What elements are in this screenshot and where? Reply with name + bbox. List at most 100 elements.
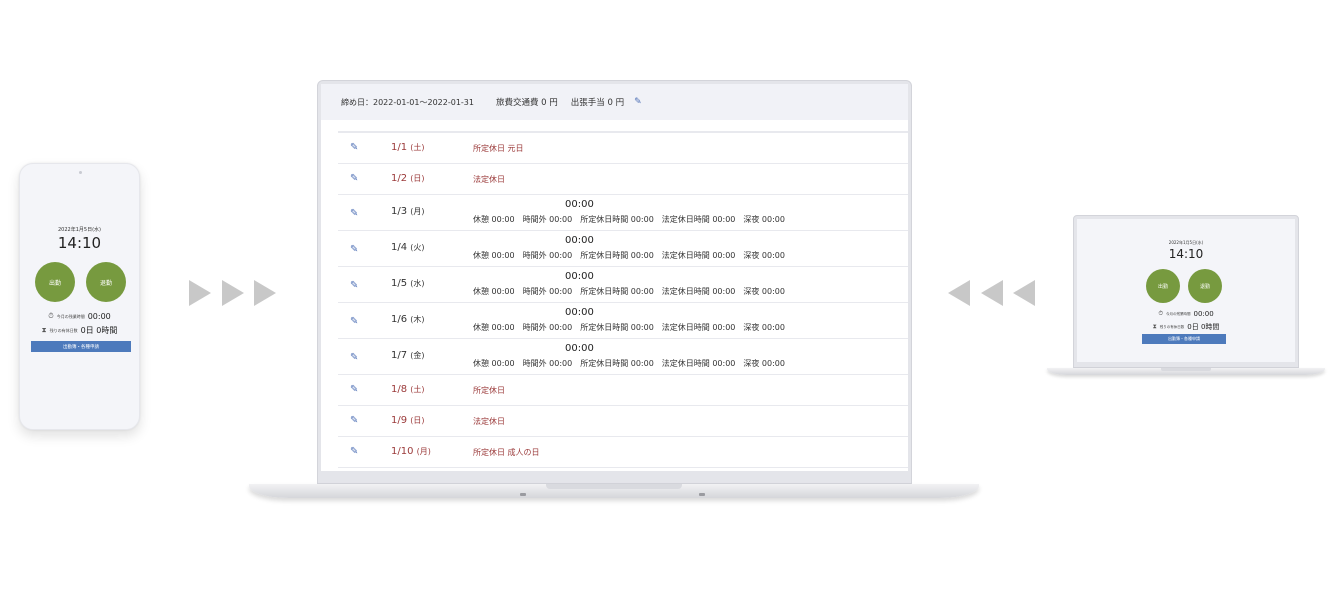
attendance-row[interactable]: ✎ 1/7 (金) 00:00 休憩 00:00 時間外 00:00 所定休日時間 0…	[338, 339, 908, 375]
row-weekday: (月)	[416, 447, 431, 456]
small-laptop-request-button[interactable]: 出勤簿・各種申請	[1142, 334, 1226, 344]
phone-clock-in-button[interactable]: 出勤	[35, 262, 75, 302]
row-date-day: 1/9	[391, 415, 408, 426]
small-laptop-leave-value: 0日 0時間	[1187, 323, 1220, 331]
row-work-time: 00:00	[565, 199, 594, 210]
attendance-row[interactable]: ✎ 1/3 (月) 00:00 休憩 00:00 時間外 00:00 所定休日時間 0…	[338, 195, 908, 231]
phone-overtime-row: ⏱ 今月の残業時間 00:00	[20, 312, 139, 321]
row-weekday: (火)	[410, 243, 425, 252]
row-holiday-note: 法定休日	[473, 175, 505, 184]
row-work-time: 00:00	[565, 235, 594, 246]
row-date: 1/2 (日)	[391, 173, 425, 184]
attendance-row[interactable]: ✎ 1/10 (月) 所定休日 成人の日	[338, 437, 908, 468]
pencil-icon[interactable]: ✎	[350, 352, 358, 363]
hourglass-icon: ⧗	[1152, 323, 1157, 330]
hourglass-icon: ⧗	[41, 326, 47, 334]
phone-camera	[79, 171, 82, 174]
stopwatch-icon: ⏱	[48, 312, 54, 320]
pencil-icon[interactable]: ✎	[350, 142, 358, 153]
row-holiday-note: 所定休日 成人の日	[473, 448, 540, 457]
row-date: 1/7 (金)	[391, 350, 425, 361]
laptop-screen: 締め日：2022-01-01〜2022-01-31 旅費交通費 0 円 出張手当…	[317, 80, 912, 484]
laptop-foot	[699, 493, 705, 496]
small-laptop-clock-out-button[interactable]: 退勤	[1188, 269, 1222, 303]
laptop-display: 締め日：2022-01-01〜2022-01-31 旅費交通費 0 円 出張手当…	[321, 84, 908, 483]
pencil-icon[interactable]: ✎	[634, 97, 642, 107]
laptop-foot	[520, 493, 526, 496]
row-holiday-note: 法定休日	[473, 417, 505, 426]
attendance-row[interactable]: ✎ 1/8 (土) 所定休日	[338, 375, 908, 406]
laptop-screen-bezel	[321, 471, 908, 483]
triangle-arrow-icon	[189, 280, 211, 306]
pencil-icon[interactable]: ✎	[350, 415, 358, 426]
row-work-time: 00:00	[565, 307, 594, 318]
phone-leave-value: 0日 0時間	[80, 326, 118, 335]
row-date: 1/10 (月)	[391, 446, 431, 457]
pencil-icon[interactable]: ✎	[350, 173, 358, 184]
phone-leave-row: ⧗ 残りの有休日数 0日 0時間	[20, 325, 139, 336]
row-time-breakdown: 休憩 00:00 時間外 00:00 所定休日時間 00:00 法定休日時間 0…	[473, 287, 785, 296]
attendance-row[interactable]: ✎ 1/6 (木) 00:00 休憩 00:00 時間外 00:00 所定休日時間 0…	[338, 303, 908, 339]
row-date-day: 1/3	[391, 206, 408, 217]
row-time-breakdown: 休憩 00:00 時間外 00:00 所定休日時間 00:00 法定休日時間 0…	[473, 359, 785, 368]
small-laptop-screen: 2022年1月5日(水) 14:10 出勤 退勤 ⏱ 今月の残業時間 00:00…	[1073, 215, 1299, 368]
small-laptop-base	[1047, 368, 1325, 375]
phone-overtime-value: 00:00	[87, 312, 111, 321]
small-laptop-overtime-label: 今月の残業時間	[1166, 311, 1191, 316]
laptop-notch	[546, 484, 682, 489]
row-date-day: 1/1	[391, 142, 408, 153]
row-time-breakdown: 休憩 00:00 時間外 00:00 所定休日時間 00:00 法定休日時間 0…	[473, 323, 785, 332]
small-laptop-clock: 14:10	[1168, 247, 1204, 261]
row-date: 1/6 (木)	[391, 314, 425, 325]
row-date: 1/3 (月)	[391, 206, 425, 217]
row-date-day: 1/4	[391, 242, 408, 253]
phone-leave-label: 残りの有休日数	[49, 327, 78, 333]
small-laptop-notch	[1161, 368, 1211, 371]
row-date-day: 1/8	[391, 384, 408, 395]
row-weekday: (日)	[410, 416, 425, 425]
attendance-row[interactable]: ✎ 1/1 (土) 所定休日 元日	[338, 133, 908, 164]
triangle-arrow-icon	[981, 280, 1003, 306]
attendance-row[interactable]: ✎ 1/2 (日) 法定休日	[338, 164, 908, 195]
attendance-row[interactable]: ✎ 1/5 (水) 00:00 休憩 00:00 時間外 00:00 所定休日時間 0…	[338, 267, 908, 303]
attendance-row[interactable]: ✎ 1/9 (日) 法定休日	[338, 406, 908, 437]
row-weekday: (木)	[410, 315, 425, 324]
small-laptop-overtime-row: ⏱ 今月の残業時間 00:00	[1077, 310, 1295, 318]
row-weekday: (土)	[410, 385, 425, 394]
row-holiday-note: 所定休日	[473, 386, 505, 395]
phone-date: 2022年1月5日(水)	[58, 227, 101, 233]
triangle-arrow-icon	[1013, 280, 1035, 306]
row-date-day: 1/5	[391, 278, 408, 289]
row-work-time: 00:00	[565, 343, 594, 354]
small-laptop-date: 2022年1月5日(水)	[1168, 240, 1204, 245]
travel-expense: 旅費交通費 0 円	[495, 98, 558, 108]
stage: 2022年1月5日(水) 14:10 出勤 退勤 ⏱ 今月の残業時間 00:00…	[0, 0, 1340, 600]
row-date-day: 1/2	[391, 173, 408, 184]
small-laptop-overtime-value: 00:00	[1193, 310, 1214, 318]
row-date: 1/9 (日)	[391, 415, 425, 426]
row-date: 1/4 (火)	[391, 242, 425, 253]
attendance-row[interactable]: ✎ 1/4 (火) 00:00 休憩 00:00 時間外 00:00 所定休日時間 0…	[338, 231, 908, 267]
row-date: 1/8 (土)	[391, 384, 425, 395]
row-date-day: 1/7	[391, 350, 408, 361]
closing-period: 締め日：2022-01-01〜2022-01-31	[341, 97, 474, 107]
attendance-header: 締め日：2022-01-01〜2022-01-31 旅費交通費 0 円 出張手当…	[321, 84, 908, 120]
phone-clock: 14:10	[57, 234, 102, 252]
phone-request-button[interactable]: 出勤簿・各種申請	[31, 341, 131, 352]
triangle-arrow-icon	[948, 280, 970, 306]
row-weekday: (土)	[410, 143, 425, 152]
row-weekday: (日)	[410, 174, 425, 183]
pencil-icon[interactable]: ✎	[350, 208, 358, 219]
pencil-icon[interactable]: ✎	[350, 316, 358, 327]
row-date-day: 1/6	[391, 314, 408, 325]
pencil-icon[interactable]: ✎	[350, 384, 358, 395]
row-weekday: (金)	[410, 351, 425, 360]
small-laptop-display: 2022年1月5日(水) 14:10 出勤 退勤 ⏱ 今月の残業時間 00:00…	[1077, 219, 1295, 362]
small-laptop-clock-in-button[interactable]: 出勤	[1146, 269, 1180, 303]
pencil-icon[interactable]: ✎	[350, 280, 358, 291]
laptop-base	[249, 484, 979, 498]
pencil-icon[interactable]: ✎	[350, 244, 358, 255]
pencil-icon[interactable]: ✎	[350, 446, 358, 457]
small-laptop-leave-row: ⧗ 残りの有休日数 0日 0時間	[1077, 322, 1295, 332]
phone-clock-out-button[interactable]: 退勤	[86, 262, 126, 302]
